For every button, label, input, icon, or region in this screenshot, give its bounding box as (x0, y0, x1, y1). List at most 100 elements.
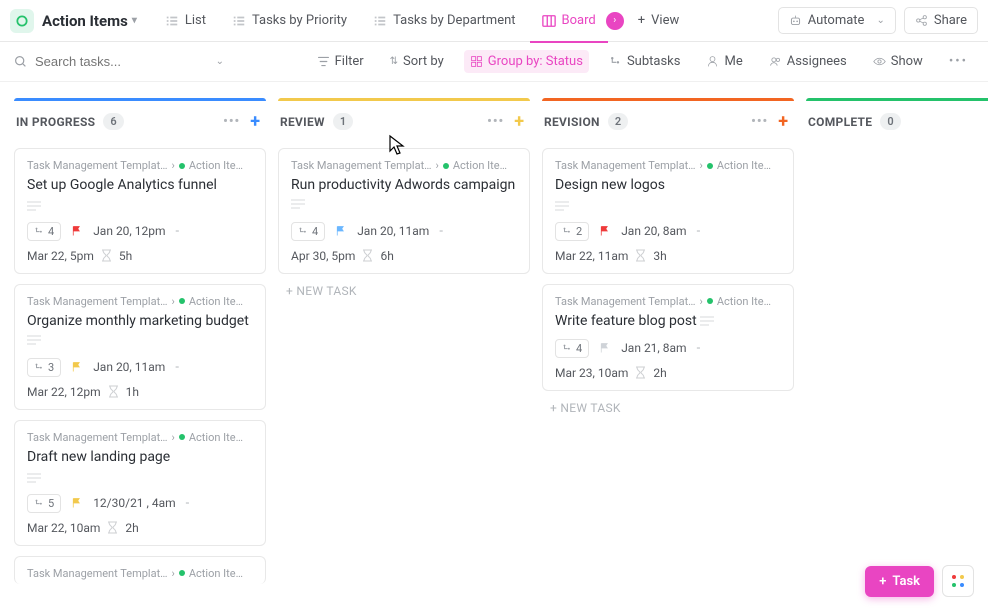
task-card[interactable]: Task Management Templat…›Action Ite… Set… (14, 148, 266, 274)
new-task-button[interactable]: + NEW TASK (542, 391, 794, 425)
description-icon (27, 335, 41, 345)
meta-row: 4 Jan 20, 12pm- (27, 222, 253, 241)
apps-button[interactable] (942, 565, 974, 597)
subtask-icon (562, 226, 572, 236)
meta-row: 3 Jan 20, 11am- (27, 358, 253, 377)
start-date: Jan 20, 11am (357, 224, 429, 238)
more-button[interactable]: ••• (943, 50, 974, 73)
subtasks-button[interactable]: Subtasks (603, 50, 687, 73)
column-title: REVIEW (280, 115, 325, 129)
me-button[interactable]: Me (700, 50, 748, 73)
breadcrumb: Task Management Templat…›Action Ite… (555, 159, 781, 172)
start-date: Jan 20, 11am (93, 360, 165, 374)
task-card[interactable]: Task Management Templat…›Action Ite… Wri… (542, 284, 794, 391)
flag-icon[interactable] (335, 225, 347, 237)
tab-board[interactable]: Board (530, 7, 608, 34)
breadcrumb: Task Management Templat…›Action Ite… (27, 295, 253, 308)
tab-label: Board (562, 13, 596, 28)
tab-add-view[interactable]: + View (626, 7, 692, 34)
automate-button[interactable]: Automate ⌄ (778, 7, 896, 34)
breadcrumb: Task Management Templat…›Action Ite… (27, 159, 253, 172)
subtasks-label: Subtasks (627, 54, 681, 69)
app-logo (10, 9, 34, 33)
column: REVISION 2 ••• + Task Management Templat… (542, 98, 794, 425)
start-date: Jan 20, 12pm (93, 224, 165, 238)
ellipsis-icon[interactable]: ••• (223, 114, 240, 129)
filterbar: ⌄ Filter ⇅ Sort by Group by: Status Subt… (0, 42, 988, 82)
task-title: Organize monthly marketing budget (27, 312, 253, 350)
due-row: Apr 30, 5pm 6h (291, 249, 517, 263)
show-button[interactable]: Show (867, 50, 929, 73)
subtask-count[interactable]: 3 (27, 358, 61, 377)
cards-container: Task Management Templat…›Action Ite… Des… (542, 148, 794, 391)
search-box[interactable]: ⌄ (14, 54, 224, 69)
sort-button[interactable]: ⇅ Sort by (384, 50, 450, 73)
subtask-count[interactable]: 4 (555, 339, 589, 358)
ellipsis-icon: ••• (949, 54, 968, 69)
column: REVIEW 1 ••• + Task Management Templat…›… (278, 98, 530, 308)
add-task-button[interactable]: + (514, 111, 524, 132)
cards-container: Task Management Templat…›Action Ite… Run… (278, 148, 530, 274)
meta-row: 2 Jan 20, 8am- (555, 222, 781, 241)
subtask-icon (34, 362, 44, 372)
time-estimate: 3h (653, 249, 666, 263)
due-row: Mar 22, 10am 2h (27, 521, 253, 535)
meta-row: 5 12/30/21 , 4am- (27, 494, 253, 513)
column-header: REVISION 2 ••• + (542, 98, 794, 142)
due-date: Apr 30, 5pm (291, 249, 355, 263)
ellipsis-icon[interactable]: ••• (487, 114, 504, 129)
task-title: Draft new landing page (27, 448, 253, 467)
tab-list[interactable]: List (153, 7, 218, 34)
column-count: 0 (880, 113, 900, 130)
task-title: Design new logos (555, 176, 781, 195)
column-header: COMPLETE 0 ••• + (806, 98, 988, 142)
time-estimate: 5h (119, 249, 132, 263)
chevron-down-icon[interactable]: ⌄ (216, 56, 224, 67)
automate-label: Automate (808, 13, 865, 28)
flag-icon[interactable] (599, 342, 611, 354)
arrow-right-icon[interactable]: › (606, 12, 624, 30)
filter-button[interactable]: Filter (311, 50, 370, 73)
task-card[interactable]: Task Management Templat…›Action Ite… (14, 556, 266, 584)
task-card[interactable]: Task Management Templat…›Action Ite… Des… (542, 148, 794, 274)
description-icon (27, 201, 41, 211)
me-label: Me (724, 54, 742, 69)
due-date: Mar 23, 10am (555, 366, 628, 380)
task-card[interactable]: Task Management Templat…›Action Ite… Run… (278, 148, 530, 274)
new-task-button[interactable]: + NEW TASK (278, 274, 530, 308)
task-card[interactable]: Task Management Templat…›Action Ite… Dra… (14, 420, 266, 546)
board: IN PROGRESS 6 ••• + Task Management Temp… (0, 82, 988, 615)
subtask-count[interactable]: 4 (291, 222, 325, 241)
column-title: REVISION (544, 115, 600, 129)
group-button[interactable]: Group by: Status (464, 50, 589, 73)
add-task-button[interactable]: + (778, 111, 788, 132)
flag-icon[interactable] (599, 225, 611, 237)
subtask-icon (562, 343, 572, 353)
assignees-button[interactable]: Assignees (763, 50, 853, 73)
flag-icon[interactable] (71, 497, 83, 509)
list-title[interactable]: Action Items ▾ (42, 12, 137, 30)
tab-department[interactable]: Tasks by Department (361, 7, 527, 34)
column-count: 2 (608, 113, 628, 130)
hourglass-icon (362, 249, 373, 262)
chevron-down-icon: ▾ (132, 15, 137, 26)
flag-icon[interactable] (71, 361, 83, 373)
hourglass-icon (101, 249, 112, 262)
column-count: 1 (333, 113, 353, 130)
subtask-count[interactable]: 4 (27, 222, 61, 241)
ellipsis-icon[interactable]: ••• (751, 114, 768, 129)
task-card[interactable]: Task Management Templat…›Action Ite… Org… (14, 284, 266, 410)
new-task-fab[interactable]: + Task (865, 566, 934, 597)
search-input[interactable] (35, 54, 185, 69)
flag-icon[interactable] (71, 225, 83, 237)
description-icon (700, 316, 714, 326)
column: IN PROGRESS 6 ••• + Task Management Temp… (14, 98, 266, 584)
subtask-count[interactable]: 2 (555, 222, 589, 241)
subtask-icon (34, 226, 44, 236)
tab-label: Tasks by Priority (252, 13, 347, 28)
subtask-count[interactable]: 5 (27, 494, 61, 513)
add-task-button[interactable]: + (250, 111, 260, 132)
share-icon (915, 14, 928, 27)
share-button[interactable]: Share (904, 7, 978, 34)
tab-priority[interactable]: Tasks by Priority (220, 7, 359, 34)
